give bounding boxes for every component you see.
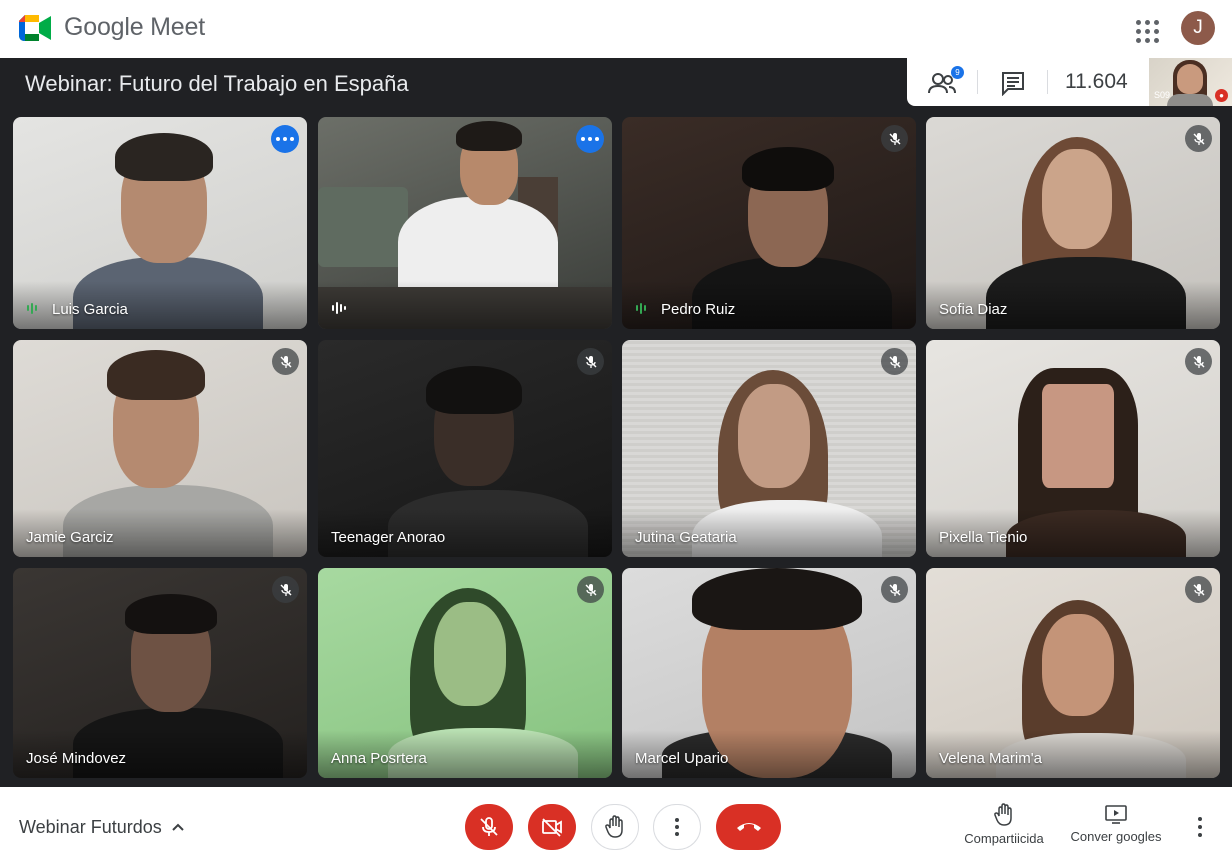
- participant-tile[interactable]: Sofia Diaz: [926, 117, 1220, 329]
- mic-muted-icon: [881, 125, 908, 152]
- viewer-count: 11.604: [1065, 70, 1128, 93]
- participant-grid: Luis Garcia Pedro Ruiz Sofia Diaz Jamie …: [13, 117, 1220, 778]
- present-screen-icon: [1105, 805, 1127, 824]
- leave-call-button[interactable]: [716, 804, 781, 850]
- present-label: Conver googles: [1070, 829, 1162, 844]
- app-bar: Google Meet J: [0, 0, 1232, 58]
- audio-indicator-icon: [332, 301, 346, 315]
- mic-muted-icon: [1185, 576, 1212, 603]
- participant-tile[interactable]: Jamie Garciz: [13, 340, 307, 557]
- more-options-icon[interactable]: [576, 125, 604, 153]
- participant-tile[interactable]: [318, 117, 612, 329]
- more-vert-icon: [675, 818, 679, 836]
- camera-off-icon: [542, 818, 562, 837]
- participant-tile[interactable]: Luis Garcia: [13, 117, 307, 329]
- chevron-up-icon[interactable]: [170, 819, 186, 835]
- meeting-details-label[interactable]: Webinar Futurdos: [19, 817, 162, 838]
- meeting-title: Webinar: Futuro del Trabajo en España: [25, 71, 409, 96]
- participant-tile[interactable]: Velena Marim'a: [926, 568, 1220, 778]
- meeting-header: Webinar: Futuro del Trabajo en España 9 …: [0, 58, 1232, 110]
- participant-tile[interactable]: José Mindovez: [13, 568, 307, 778]
- participant-tile[interactable]: Pixella Tienio: [926, 340, 1220, 557]
- more-vert-icon[interactable]: [1190, 815, 1210, 839]
- self-view-label: S09: [1154, 90, 1171, 100]
- speaking-indicator-icon: [27, 301, 41, 315]
- speaking-indicator-icon: [636, 301, 650, 315]
- mic-muted-icon: [577, 576, 604, 603]
- raise-hand-button[interactable]: [591, 804, 639, 850]
- participant-tile[interactable]: Teenager Anorao: [318, 340, 612, 557]
- participant-name: Sofia Diaz: [939, 301, 1008, 318]
- participant-name: Velena Marim'a: [939, 750, 1042, 767]
- mic-muted-icon: [881, 348, 908, 375]
- mic-muted-icon: [1185, 348, 1212, 375]
- self-status-badge: ●: [1215, 89, 1228, 102]
- hang-up-icon: [736, 823, 761, 831]
- camera-toggle-button[interactable]: [528, 804, 576, 850]
- participant-tile[interactable]: Pedro Ruiz: [622, 117, 916, 329]
- bottom-control-bar: Webinar Futurdos Compartiicida Conver go…: [0, 787, 1232, 864]
- chat-icon[interactable]: [1000, 70, 1026, 96]
- share-action[interactable]: Compartiicida: [958, 803, 1050, 846]
- mic-muted-icon: [577, 348, 604, 375]
- apps-grid-icon[interactable]: [1128, 12, 1162, 46]
- mic-muted-icon: [1185, 125, 1212, 152]
- mic-off-icon: [480, 817, 498, 836]
- mic-toggle-button[interactable]: [465, 804, 513, 850]
- present-action[interactable]: Conver googles: [1066, 803, 1166, 844]
- participant-name: Teenager Anorao: [331, 529, 446, 546]
- account-avatar[interactable]: J: [1181, 11, 1215, 45]
- share-label: Compartiicida: [964, 831, 1044, 846]
- participant-tile[interactable]: Anna Posrtera: [318, 568, 612, 778]
- participant-name: Jamie Garciz: [26, 529, 114, 546]
- meet-logo-icon[interactable]: [17, 13, 53, 43]
- participant-name: Marcel Upario: [635, 750, 729, 767]
- participants-badge: 9: [951, 66, 964, 79]
- raise-hand-icon: [605, 815, 623, 838]
- divider: [1047, 70, 1048, 94]
- participant-name: Luis Garcia: [52, 301, 128, 318]
- more-options-button[interactable]: [653, 804, 701, 850]
- participant-name: Pixella Tienio: [939, 529, 1028, 546]
- self-view-thumbnail[interactable]: S09 ●: [1149, 58, 1232, 106]
- hand-pointer-icon: [994, 803, 1012, 826]
- mic-muted-icon: [272, 576, 299, 603]
- participant-name: José Mindovez: [26, 750, 127, 767]
- meeting-info-panel: 9 11.604: [907, 58, 1149, 106]
- participant-name: Jutina Geataria: [635, 529, 737, 546]
- divider: [977, 70, 978, 94]
- participant-tile[interactable]: Jutina Geataria: [622, 340, 916, 557]
- brand-name: Google Meet: [64, 13, 205, 41]
- participant-tile[interactable]: Marcel Upario: [622, 568, 916, 778]
- mic-muted-icon: [881, 576, 908, 603]
- mic-muted-icon: [272, 348, 299, 375]
- more-options-icon[interactable]: [271, 125, 299, 153]
- participant-name: Pedro Ruiz: [661, 301, 736, 318]
- participant-name: Anna Posrtera: [331, 750, 427, 767]
